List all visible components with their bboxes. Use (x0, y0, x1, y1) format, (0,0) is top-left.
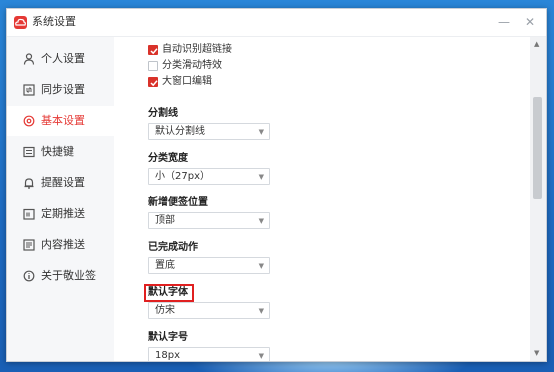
category-width-label: 分类宽度 (148, 153, 188, 164)
checkbox-unchecked[interactable] (148, 61, 158, 71)
default-font-select[interactable]: 仿宋 ▼ (148, 302, 270, 319)
completed-action-label: 已完成动作 (148, 242, 198, 253)
select-value: 小（27px） (155, 171, 210, 182)
person-icon (23, 53, 35, 65)
completed-action-select[interactable]: 置底 ▼ (148, 257, 270, 274)
checkbox-label: 自动识别超链接 (162, 44, 232, 55)
checkbox-label: 大窗口编辑 (162, 76, 212, 87)
chevron-down-icon: ▼ (258, 307, 264, 315)
minimize-button[interactable]: — (494, 13, 514, 31)
title-bar: 系统设置 — ✕ (7, 9, 546, 37)
sidebar-item-reminder[interactable]: 提醒设置 (7, 168, 114, 198)
sidebar-item-label: 基本设置 (41, 114, 85, 127)
sidebar-item-label: 内容推送 (41, 238, 85, 251)
bell-icon (24, 178, 34, 189)
default-font-size-label: 默认字号 (148, 332, 188, 343)
settings-icon (23, 115, 35, 127)
chevron-down-icon: ▼ (258, 173, 264, 181)
sidebar-item-label: 同步设置 (41, 83, 85, 96)
sidebar-item-label: 定期推送 (41, 207, 85, 220)
settings-window: 系统设置 — ✕ 个人设置 同步设置 基本设置 快捷键 提醒设置 定期推送 内容… (6, 8, 547, 362)
divider-select[interactable]: 默认分割线 ▼ (148, 123, 270, 140)
sidebar-item-label: 快捷键 (41, 145, 74, 158)
default-font-size-select[interactable]: 18px ▼ (148, 347, 270, 361)
chevron-down-icon: ▼ (258, 352, 264, 360)
document-icon (23, 239, 35, 251)
divider-label: 分割线 (148, 108, 178, 119)
sidebar-item-label: 关于敬业签 (41, 269, 96, 282)
checkbox-label: 分类滑动特效 (162, 60, 222, 71)
calendar-icon (23, 208, 35, 220)
sidebar: 个人设置 同步设置 基本设置 快捷键 提醒设置 定期推送 内容推送 关于敬业签 (7, 37, 114, 361)
select-value: 顶部 (155, 215, 175, 226)
chevron-down-icon: ▼ (258, 128, 264, 136)
sync-icon (23, 84, 35, 96)
sidebar-item-personal[interactable]: 个人设置 (7, 44, 114, 74)
scroll-thumb[interactable] (533, 97, 542, 199)
sidebar-item-scheduled-push[interactable]: 定期推送 (7, 199, 114, 229)
window-title: 系统设置 (32, 15, 76, 28)
app-logo-icon (14, 16, 27, 29)
default-font-label: 默认字体 (148, 287, 188, 298)
settings-content: 自动识别超链接 分类滑动特效 大窗口编辑 分割线 默认分割线 ▼ 分类宽度 小（… (114, 37, 530, 361)
sidebar-item-content-push[interactable]: 内容推送 (7, 230, 114, 260)
new-note-position-select[interactable]: 顶部 ▼ (148, 212, 270, 229)
new-note-position-label: 新增便签位置 (148, 197, 208, 208)
checkbox-checked[interactable] (148, 77, 158, 87)
info-icon (23, 270, 35, 282)
sidebar-item-shortcuts[interactable]: 快捷键 (7, 137, 114, 167)
chevron-down-icon: ▼ (258, 217, 264, 225)
category-width-select[interactable]: 小（27px） ▼ (148, 168, 270, 185)
sidebar-item-about[interactable]: 关于敬业签 (7, 261, 114, 291)
select-value: 置底 (155, 260, 175, 271)
checkbox-checked[interactable] (148, 45, 158, 55)
scroll-up-icon[interactable]: ▲ (534, 40, 539, 48)
select-value: 仿宋 (155, 305, 175, 316)
scroll-down-icon[interactable]: ▼ (534, 349, 539, 357)
sidebar-item-sync[interactable]: 同步设置 (7, 75, 114, 105)
select-value: 默认分割线 (155, 126, 205, 137)
vertical-scrollbar[interactable]: ▲ ▼ (530, 37, 546, 361)
sidebar-item-label: 个人设置 (41, 52, 85, 65)
chevron-down-icon: ▼ (258, 262, 264, 270)
sidebar-item-basic[interactable]: 基本设置 (7, 106, 114, 136)
close-button[interactable]: ✕ (520, 13, 540, 31)
select-value: 18px (155, 350, 180, 361)
keyboard-icon (23, 146, 35, 158)
sidebar-item-label: 提醒设置 (41, 176, 85, 189)
